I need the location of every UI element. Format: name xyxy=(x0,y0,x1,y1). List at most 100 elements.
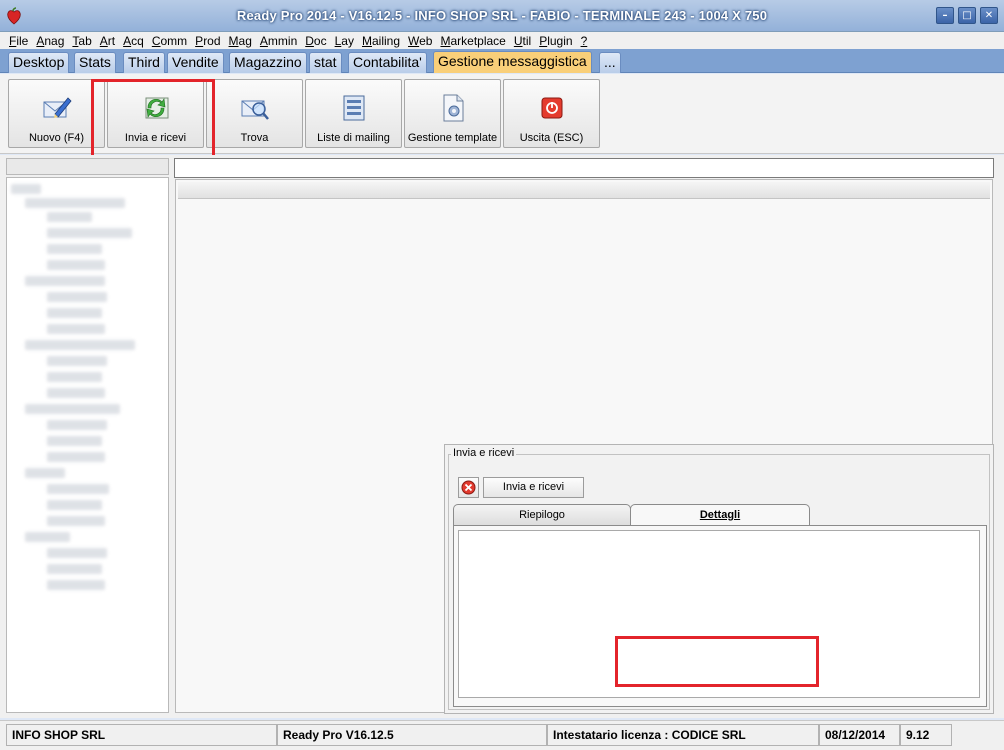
menu-item[interactable]: Web xyxy=(404,34,436,48)
menu-label: ailing xyxy=(371,33,401,48)
menu-item[interactable]: Util xyxy=(510,34,535,48)
stop-icon xyxy=(461,480,476,495)
tree-node[interactable] xyxy=(25,532,70,542)
tree-node[interactable] xyxy=(47,500,102,510)
menu-accelerator: D xyxy=(305,33,314,48)
tree-node[interactable] xyxy=(47,548,107,558)
tab-vendite[interactable]: Vendite xyxy=(167,52,224,73)
window-title: Ready Pro 2014 - V16.12.5 - INFO SHOP SR… xyxy=(236,8,768,23)
title-bar: Ready Pro 2014 - V16.12.5 - INFO SHOP SR… xyxy=(0,0,1004,32)
tree-node[interactable] xyxy=(47,436,102,446)
template-icon xyxy=(443,94,464,122)
menu-item[interactable]: Art xyxy=(96,34,119,48)
menu-item[interactable]: Doc xyxy=(301,34,330,48)
menu-item[interactable]: Mag xyxy=(225,34,256,48)
tree-node[interactable] xyxy=(47,420,107,430)
maximize-button[interactable]: □ xyxy=(958,7,976,24)
tree-node[interactable] xyxy=(47,388,105,398)
stop-button[interactable] xyxy=(458,477,479,498)
menu-item[interactable]: Mailing xyxy=(358,34,404,48)
template-button[interactable]: Gestione template xyxy=(404,79,501,148)
tab-stats[interactable]: Stats xyxy=(74,52,116,73)
new-message-label: Nuovo (F4) xyxy=(28,132,85,144)
tab-magazzino[interactable]: Magazzino xyxy=(229,52,307,73)
tab-riepilogo[interactable]: Riepilogo xyxy=(453,504,631,526)
menu-label: omm xyxy=(160,33,188,48)
main-area: Invia e ricevi Riepilogo Dettagli Invia … xyxy=(0,155,1004,718)
folder-filter-input[interactable] xyxy=(6,158,169,175)
tree-node[interactable] xyxy=(47,324,105,334)
tree-node[interactable] xyxy=(47,372,102,382)
menu-item[interactable]: Marketplace xyxy=(436,34,509,48)
mailing-list-icon xyxy=(343,95,365,121)
tree-node[interactable] xyxy=(47,356,107,366)
menu-item[interactable]: Ammin xyxy=(256,34,301,48)
search-input[interactable] xyxy=(174,158,994,178)
tree-node[interactable] xyxy=(25,340,135,350)
status-company: INFO SHOP SRL xyxy=(6,724,277,746)
menu-accelerator: P xyxy=(195,33,204,48)
tree-node[interactable] xyxy=(25,276,105,286)
find-button[interactable]: Trova xyxy=(206,79,303,148)
exit-button[interactable]: Uscita (ESC) xyxy=(503,79,600,148)
menu-item[interactable]: Prod xyxy=(191,34,224,48)
highlight-box-details xyxy=(615,636,819,687)
tree-node[interactable] xyxy=(47,244,102,254)
folder-tree[interactable] xyxy=(6,177,169,713)
exit-icon xyxy=(541,97,563,119)
tree-node[interactable] xyxy=(47,564,102,574)
menu-label: mmin xyxy=(267,33,298,48)
mailing-list-button[interactable]: Liste di mailing xyxy=(305,79,402,148)
menu-item[interactable]: Acq xyxy=(119,34,148,48)
tab-more[interactable]: ... xyxy=(599,52,621,73)
menu-accelerator: M xyxy=(228,33,239,48)
tree-node[interactable] xyxy=(47,228,132,238)
menu-label: ay xyxy=(341,33,354,48)
send-receive-dialog-button[interactable]: Invia e ricevi xyxy=(483,477,584,498)
menu-label: cq xyxy=(131,33,144,48)
tree-node[interactable] xyxy=(47,308,102,318)
tree-node[interactable] xyxy=(25,198,125,208)
tree-node[interactable] xyxy=(47,292,107,302)
new-message-icon xyxy=(43,97,72,118)
menu-item[interactable]: Lay xyxy=(331,34,358,48)
tab-third[interactable]: Third xyxy=(123,52,165,73)
highlight-box xyxy=(91,79,215,159)
menu-item[interactable]: File xyxy=(5,34,32,48)
tree-node[interactable] xyxy=(47,212,92,222)
tab-contabilita[interactable]: Contabilita' xyxy=(348,52,427,73)
tree-node[interactable] xyxy=(47,260,105,270)
status-time: 9.12 xyxy=(900,724,952,746)
minimize-button[interactable]: – xyxy=(936,7,954,24)
menu-item[interactable]: Anag xyxy=(32,34,68,48)
tree-node[interactable] xyxy=(25,468,65,478)
template-label: Gestione template xyxy=(407,132,498,144)
status-version: Ready Pro V16.12.5 xyxy=(277,724,547,746)
tab-dettagli[interactable]: Dettagli xyxy=(630,504,810,526)
tab-gestione-messaggistica[interactable]: Gestione messaggistica xyxy=(433,51,592,73)
tree-node[interactable] xyxy=(47,484,109,494)
tree-node[interactable] xyxy=(25,404,120,414)
status-license: Intestatario licenza : CODICE SRL xyxy=(547,724,819,746)
menu-label: rt xyxy=(107,33,116,48)
menu-item[interactable]: Comm xyxy=(148,34,191,48)
tree-node[interactable] xyxy=(47,516,105,526)
send-receive-panel: Invia e ricevi Riepilogo Dettagli Invia … xyxy=(444,444,994,714)
toolbar: Nuovo (F4) Invia e ricevi Trova Liste di… xyxy=(0,74,1004,159)
send-receive-group-title: Invia e ricevi xyxy=(451,447,517,459)
menu-accelerator: ? xyxy=(580,33,588,48)
tab-stat[interactable]: stat xyxy=(309,52,342,73)
tree-node[interactable] xyxy=(11,184,41,194)
tree-node[interactable] xyxy=(47,452,105,462)
close-button[interactable]: ✕ xyxy=(980,7,998,24)
menu-accelerator: C xyxy=(151,33,161,48)
menu-label: rod xyxy=(203,33,221,48)
menu-accelerator: U xyxy=(513,33,523,48)
menu-item[interactable]: Tab xyxy=(68,34,95,48)
tab-desktop[interactable]: Desktop xyxy=(8,52,70,73)
menu-item[interactable]: Plugin xyxy=(535,34,576,48)
menu-item[interactable]: ? xyxy=(577,34,592,48)
exit-label: Uscita (ESC) xyxy=(519,132,584,144)
menu-accelerator: M xyxy=(361,33,372,48)
tree-node[interactable] xyxy=(47,580,105,590)
